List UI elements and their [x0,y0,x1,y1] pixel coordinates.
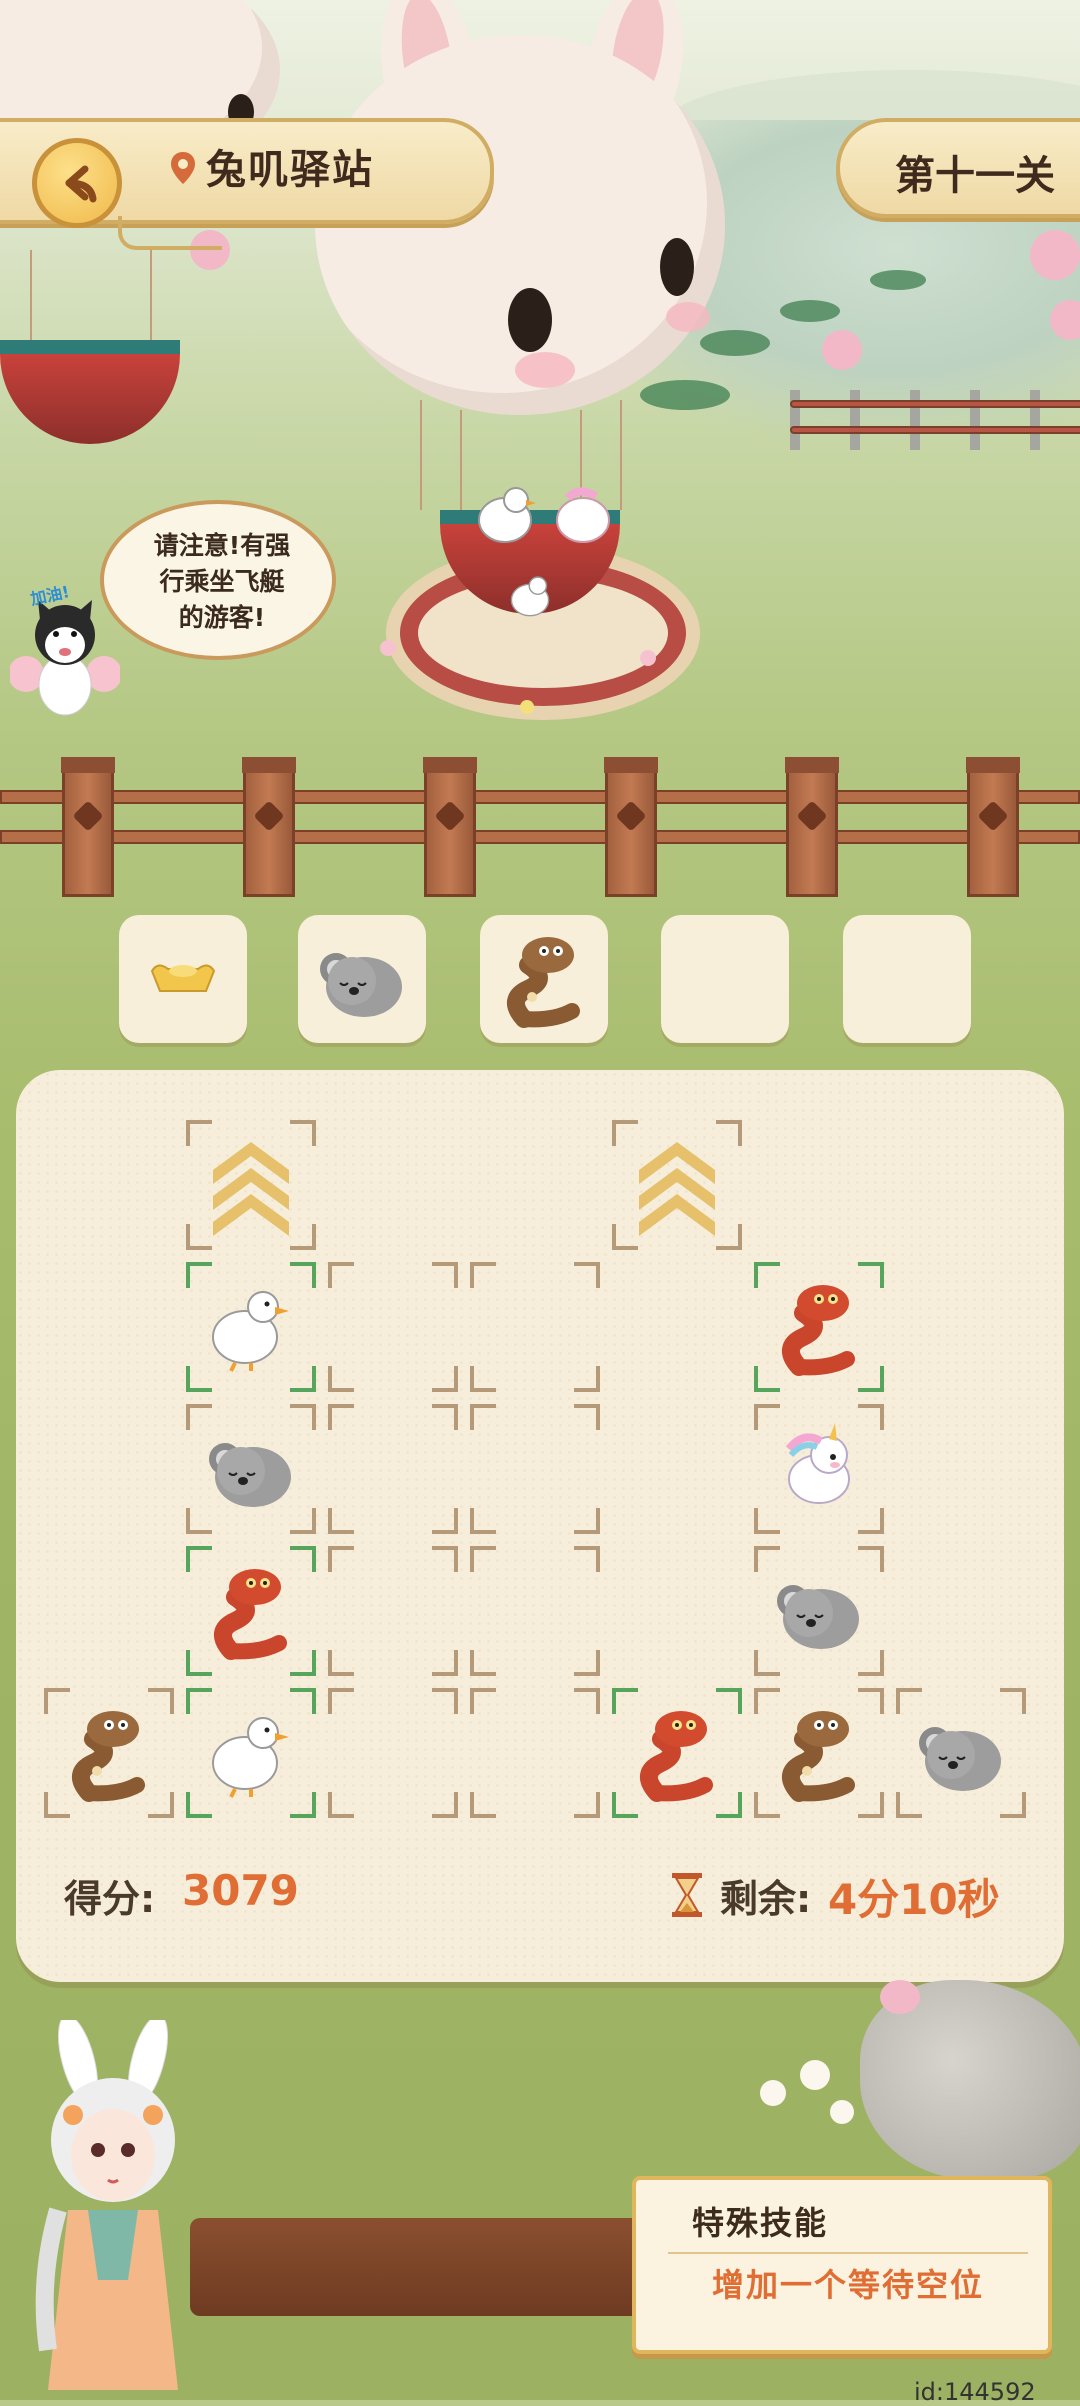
board-cell-red-snake[interactable] [186,1546,316,1676]
board-cell-empty [328,1262,458,1392]
waiting-slot[interactable] [480,915,608,1043]
up-arrows-icon [627,1130,727,1240]
location-pin-icon [171,152,195,184]
remaining-label: 剩余: [720,1877,812,1921]
board-cell-empty [328,1404,458,1534]
waiting-slot[interactable] [119,915,247,1043]
lily-pad [870,270,926,290]
board-cell-empty [328,1546,458,1676]
skill-divider [668,2252,1028,2254]
balloon-blush [515,352,575,388]
fence-post [604,757,658,897]
lane-arrow-cell [612,1120,742,1250]
small-flower [380,640,396,656]
duck-icon [201,1703,301,1803]
red-snake-icon [769,1277,869,1377]
remaining-time: 4分10秒 [828,1875,1000,1924]
hourglass-icon [672,1873,702,1917]
koala-icon [201,1419,301,1519]
fence-rail [0,790,1080,804]
brown-snake-icon [494,929,594,1029]
board-cell-brown-snake[interactable] [754,1688,884,1818]
waiting-slot[interactable] [661,915,789,1043]
balloon-rope [460,410,462,510]
gold-ingot-icon [148,957,218,1001]
blossom [1030,230,1080,280]
koala-icon [312,929,412,1029]
rabbit-balloon[interactable] [315,35,725,415]
board-cell-empty [470,1404,600,1534]
back-button[interactable] [32,138,122,228]
balloon-eye [508,288,552,352]
fence-post [966,757,1020,897]
board-cell-empty [470,1688,600,1818]
koala-icon [769,1561,869,1661]
banner-tassel [118,216,222,250]
level-label: 第十一关 [895,153,1055,199]
red-snake-icon [627,1703,727,1803]
balloon-blush [666,302,710,332]
skill-title: 特殊技能 [692,2204,829,2242]
speech-line: 的游客! [178,603,266,632]
lane-arrow-cell [186,1120,316,1250]
board-cell-brown-snake[interactable] [44,1688,174,1818]
board-cell-empty [470,1262,600,1392]
red-snake-icon [201,1561,301,1661]
white-flower [760,2080,786,2106]
board-cell-unicorn[interactable] [754,1404,884,1534]
fence-post [242,757,296,897]
speech-text: 请注意!有强 行乘坐飞艇 的游客! [132,528,312,636]
brown-snake-icon [59,1703,159,1803]
balloon-rope [620,400,622,510]
balloon-basket-small[interactable] [0,340,180,444]
board-cell-red-snake[interactable] [754,1262,884,1392]
player-id: id:144592 [914,2378,1036,2406]
small-flower [520,700,534,714]
white-flower [800,2060,830,2090]
small-flower [640,650,656,666]
fence-post [61,757,115,897]
husky-character[interactable] [10,590,120,720]
board-cell-empty [470,1546,600,1676]
back-arrow-icon [65,165,97,203]
unicorn-passenger-icon [556,487,610,543]
rabbit-girl-character[interactable] [28,2020,198,2400]
board-cell-koala[interactable] [186,1404,316,1534]
score-value: 3079 [182,1866,299,1915]
balloon-eye [660,238,694,296]
lily-pad [640,380,730,410]
lotus-flower [822,330,862,370]
board-cell-duck[interactable] [186,1262,316,1392]
board-cell-empty [328,1688,458,1818]
station-name: 兔叽驿站 [206,147,374,193]
waiting-slot[interactable] [298,915,426,1043]
board-cell-duck[interactable] [186,1688,316,1818]
brown-snake-icon [769,1703,869,1803]
speech-line: 请注意!有强 [153,531,291,560]
waiting-slot[interactable] [843,915,971,1043]
blossom [880,1980,920,2014]
fence-rail [0,830,1080,844]
lily-pad [780,300,840,322]
duck-icon [201,1277,301,1377]
fence-post [785,757,839,897]
red-bridge [790,390,1080,450]
board-cell-koala[interactable] [896,1688,1026,1818]
lily-pad [700,330,770,356]
duck-passenger-icon [478,487,536,543]
duck-passenger-icon [510,576,550,617]
up-arrows-icon [201,1130,301,1240]
speech-line: 行乘坐飞艇 [159,567,285,596]
balloon-rope [420,400,422,510]
unicorn-icon [769,1419,869,1519]
board-cell-red-snake[interactable] [612,1688,742,1818]
board-cell-koala[interactable] [754,1546,884,1676]
koala-icon [911,1703,1011,1803]
skill-description: 增加一个等待空位 [712,2266,985,2304]
fence-post [423,757,477,897]
score-label: 得分: [64,1877,156,1921]
white-flower [830,2100,854,2124]
